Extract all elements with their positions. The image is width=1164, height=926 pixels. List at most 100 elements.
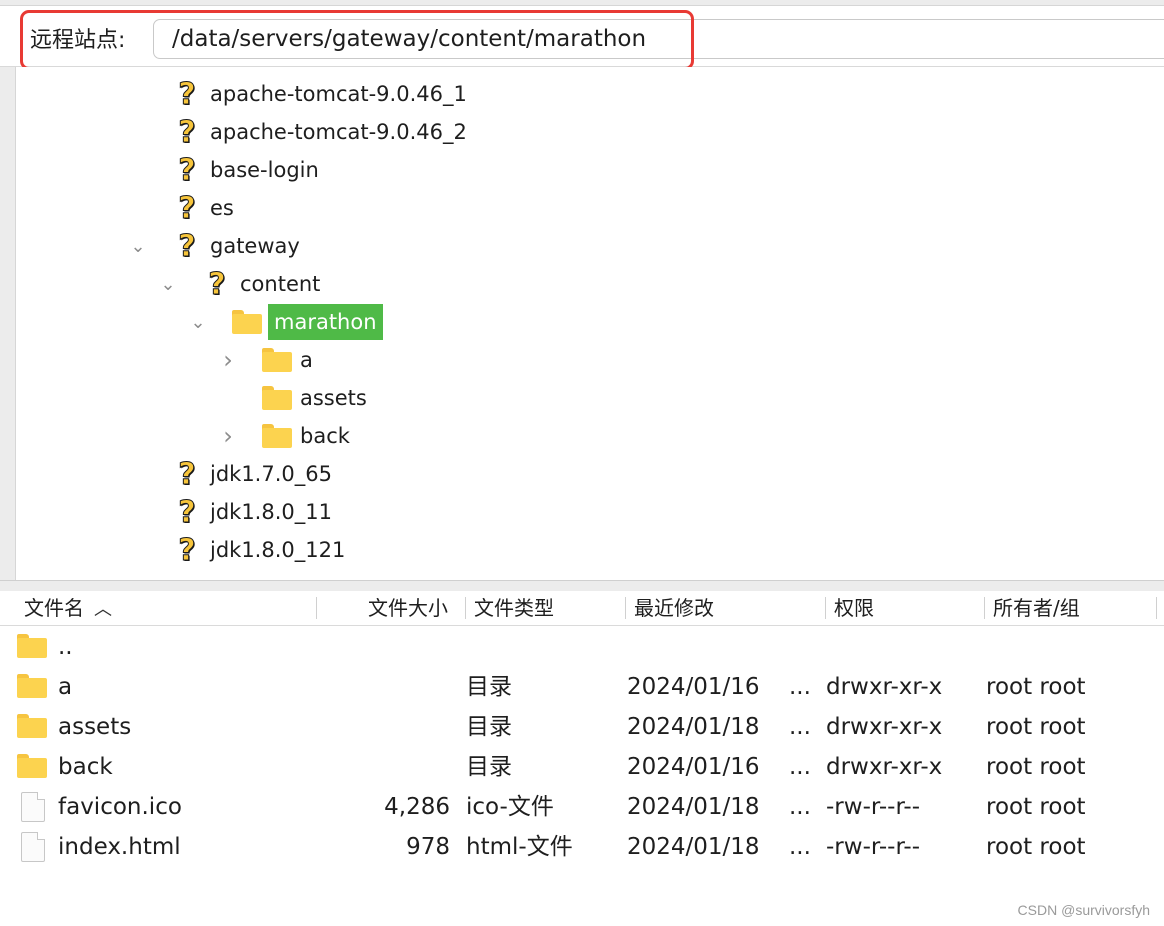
tree-node-label: jdk1.8.0_11 xyxy=(210,500,332,524)
remote-path-input[interactable] xyxy=(153,19,1164,59)
file-owner-cell: root root xyxy=(986,834,1086,860)
file-icon xyxy=(21,832,45,862)
file-modified-more-cell: ... xyxy=(789,674,811,700)
file-name-cell: back xyxy=(58,754,113,780)
column-divider[interactable] xyxy=(316,597,317,619)
column-header-permissions[interactable]: 权限 xyxy=(834,591,874,625)
column-header-name[interactable]: 文件名 ︿ xyxy=(24,591,112,625)
file-modified-cell: 2024/01/18 xyxy=(627,834,760,860)
file-row[interactable]: back 目录 2024/01/16... drwxr-xr-x root root xyxy=(0,747,1164,787)
tree-node[interactable]: › a xyxy=(223,342,313,378)
remote-directory-tree[interactable]: ? apache-tomcat-9.0.46_1? apache-tomcat-9.… xyxy=(16,67,1164,579)
file-list-header: 文件名 ︿ 文件大小 文件类型 最近修改 权限 所有者/组 xyxy=(0,591,1164,626)
tree-node[interactable]: ? jdk1.7.0_65 xyxy=(172,456,332,492)
column-header-type[interactable]: 文件类型 xyxy=(474,591,554,625)
chevron-right-icon[interactable]: › xyxy=(218,346,238,374)
question-icon: ? xyxy=(178,532,196,568)
watermark: CSDN @survivorsfyh xyxy=(1017,902,1150,918)
chevron-down-icon[interactable]: ⌄ xyxy=(188,312,208,333)
question-icon: ? xyxy=(178,152,196,188)
file-permissions-cell: drwxr-xr-x xyxy=(826,674,943,700)
chevron-down-icon[interactable]: ⌄ xyxy=(158,274,178,295)
tree-node[interactable]: ⌄? gateway xyxy=(130,228,300,264)
chevron-down-icon[interactable]: ⌄ xyxy=(128,236,148,257)
column-divider[interactable] xyxy=(465,597,466,619)
file-type-cell: html-文件 xyxy=(466,834,573,860)
file-type-cell: 目录 xyxy=(466,714,512,740)
file-permissions-cell: -rw-r--r-- xyxy=(826,834,921,860)
tree-node-label: assets xyxy=(300,386,367,410)
file-name-cell: assets xyxy=(58,714,132,740)
column-divider[interactable] xyxy=(1156,597,1157,619)
folder-icon xyxy=(262,386,292,410)
folder-icon xyxy=(17,754,47,778)
tree-node-label: marathon xyxy=(268,304,383,340)
tree-node-label: gateway xyxy=(210,234,300,258)
file-modified-more-cell: ... xyxy=(789,714,811,740)
question-icon: ? xyxy=(178,494,196,530)
file-owner-cell: root root xyxy=(986,674,1086,700)
tree-node-label: apache-tomcat-9.0.46_2 xyxy=(210,120,467,144)
column-divider[interactable] xyxy=(984,597,985,619)
file-modified-cell: 2024/01/18 xyxy=(627,794,760,820)
folder-icon xyxy=(262,348,292,372)
chevron-right-icon[interactable]: › xyxy=(218,422,238,450)
file-owner-cell: root root xyxy=(986,714,1086,740)
column-header-size[interactable]: 文件大小 xyxy=(368,591,448,625)
tree-node-label: jdk1.8.0_121 xyxy=(210,538,346,562)
tree-node[interactable]: assets xyxy=(262,380,367,416)
tree-node[interactable]: ? jdk1.8.0_121 xyxy=(172,532,346,568)
tree-node[interactable]: › back xyxy=(223,418,350,454)
folder-icon xyxy=(17,714,47,738)
file-row[interactable]: assets 目录 2024/01/18... drwxr-xr-x root root xyxy=(0,707,1164,747)
file-type-cell: 目录 xyxy=(466,674,512,700)
file-owner-cell: root root xyxy=(986,754,1086,780)
tree-node[interactable]: ? jdk1.8.0_11 xyxy=(172,494,332,530)
question-icon: ? xyxy=(178,76,196,112)
folder-icon xyxy=(17,634,47,658)
file-size-cell: 4,286 xyxy=(384,794,450,820)
file-icon xyxy=(21,792,45,822)
tree-node[interactable]: ? apache-tomcat-9.0.46_2 xyxy=(172,114,467,150)
tree-node-label: es xyxy=(210,196,234,220)
tree-node-label: jdk1.7.0_65 xyxy=(210,462,332,486)
tree-node[interactable]: ? es xyxy=(172,190,234,226)
tree-node[interactable]: ⌄? content xyxy=(160,266,321,302)
question-icon: ? xyxy=(208,266,226,302)
file-type-cell: 目录 xyxy=(466,754,512,780)
folder-icon xyxy=(232,310,262,334)
tree-node-label: a xyxy=(300,348,313,372)
file-row[interactable]: .. xyxy=(0,627,1164,667)
file-modified-cell: 2024/01/16 xyxy=(627,754,760,780)
file-modified-cell: 2024/01/18 xyxy=(627,714,760,740)
column-divider[interactable] xyxy=(625,597,626,619)
remote-site-bar: 远程站点: xyxy=(0,6,1164,67)
file-type-cell: ico-文件 xyxy=(466,794,554,820)
column-header-owner[interactable]: 所有者/组 xyxy=(993,591,1080,625)
file-row[interactable]: index.html 978 html-文件 2024/01/18... -rw-r--… xyxy=(0,827,1164,867)
folder-icon xyxy=(262,424,292,448)
file-modified-more-cell: ... xyxy=(789,794,811,820)
file-permissions-cell: -rw-r--r-- xyxy=(826,794,921,820)
file-row[interactable]: a 目录 2024/01/16... drwxr-xr-x root root xyxy=(0,667,1164,707)
tree-node-label: content xyxy=(240,272,321,296)
column-name-label: 文件名 xyxy=(24,596,84,620)
file-name-cell: favicon.ico xyxy=(58,794,182,820)
file-name-cell: index.html xyxy=(58,834,181,860)
tree-node[interactable]: ? apache-tomcat-9.0.46_1 xyxy=(172,76,467,112)
file-permissions-cell: drwxr-xr-x xyxy=(826,754,943,780)
tree-node[interactable]: ⌄ marathon xyxy=(190,304,383,340)
question-icon: ? xyxy=(178,190,196,226)
column-header-modified[interactable]: 最近修改 xyxy=(634,591,714,625)
folder-icon xyxy=(17,674,47,698)
remote-file-list[interactable]: 文件名 ︿ 文件大小 文件类型 最近修改 权限 所有者/组 .. a 目录 2024/0… xyxy=(0,591,1164,926)
question-icon: ? xyxy=(178,456,196,492)
file-modified-more-cell: ... xyxy=(789,754,811,780)
file-permissions-cell: drwxr-xr-x xyxy=(826,714,943,740)
question-icon: ? xyxy=(178,228,196,264)
tree-node-label: apache-tomcat-9.0.46_1 xyxy=(210,82,467,106)
remote-site-label: 远程站点: xyxy=(30,28,126,53)
file-row[interactable]: favicon.ico 4,286 ico-文件 2024/01/18... -rw-r… xyxy=(0,787,1164,827)
column-divider[interactable] xyxy=(825,597,826,619)
tree-node[interactable]: ? base-login xyxy=(172,152,319,188)
